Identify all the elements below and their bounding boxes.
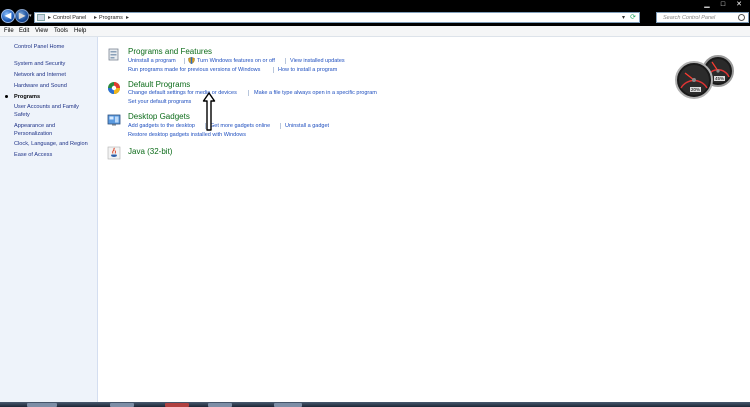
sidebar-item-user-accounts[interactable]: User Accounts and Family Safety bbox=[14, 104, 88, 119]
search-icon[interactable] bbox=[738, 14, 745, 21]
breadcrumb-control-panel[interactable]: Control Panel bbox=[53, 15, 86, 21]
title-bar: ◀ ▶ ▾ ▸ Control Panel ▸ Programs ▸ ▾ ⟳ S… bbox=[0, 0, 750, 26]
recent-pages-dropdown-icon[interactable]: ▾ bbox=[29, 13, 32, 19]
gauge-dials-icon bbox=[675, 55, 734, 99]
default-programs-icon bbox=[108, 82, 120, 94]
sidebar-item-system-security[interactable]: System and Security bbox=[14, 61, 96, 69]
sidebar bbox=[0, 37, 98, 402]
breadcrumb-chevron-icon[interactable]: ▸ bbox=[126, 14, 129, 21]
link-set-default-programs[interactable]: Set your default programs bbox=[128, 99, 191, 105]
sidebar-item-appearance[interactable]: Appearance and Personalization bbox=[14, 123, 66, 138]
control-panel-icon bbox=[37, 14, 45, 21]
link-restore-gadgets[interactable]: Restore desktop gadgets installed with W… bbox=[128, 132, 246, 138]
sidebar-item-control-panel-home[interactable]: Control Panel Home bbox=[14, 44, 96, 52]
link-uninstall-program[interactable]: Uninstall a program bbox=[128, 58, 176, 64]
active-bullet-icon bbox=[5, 95, 8, 98]
section-title-programs-features[interactable]: Programs and Features bbox=[128, 47, 212, 56]
link-change-default-media[interactable]: Change default settings for media or dev… bbox=[128, 90, 237, 96]
desktop-gadgets-icon bbox=[107, 114, 121, 126]
menu-tools[interactable]: Tools bbox=[54, 28, 68, 34]
refresh-icon[interactable]: ⟳ bbox=[630, 13, 636, 21]
maximize-button[interactable]: □ bbox=[715, 0, 731, 9]
forward-arrow-icon: ▶ bbox=[19, 11, 26, 20]
breadcrumb-chevron-icon[interactable]: ▸ bbox=[48, 14, 51, 21]
memory-readout: 45% bbox=[714, 76, 726, 81]
sidebar-item-hardware-sound[interactable]: Hardware and Sound bbox=[14, 83, 96, 91]
sidebar-item-network-internet[interactable]: Network and Internet bbox=[14, 72, 96, 80]
taskbar-button[interactable] bbox=[208, 403, 232, 407]
address-dropdown-icon[interactable]: ▾ bbox=[622, 14, 625, 21]
search-input[interactable]: Search Control Panel bbox=[663, 15, 715, 21]
menu-edit[interactable]: Edit bbox=[19, 28, 29, 34]
menu-file[interactable]: File bbox=[4, 28, 14, 34]
link-separator bbox=[184, 58, 185, 64]
search-box[interactable]: Search Control Panel bbox=[656, 12, 749, 23]
back-arrow-icon: ◀ bbox=[5, 11, 12, 20]
link-get-more-gadgets[interactable]: Get more gadgets online bbox=[210, 123, 270, 129]
link-add-gadgets[interactable]: Add gadgets to the desktop bbox=[128, 123, 195, 129]
link-how-to-install[interactable]: How to install a program bbox=[278, 67, 337, 73]
close-button[interactable]: ✕ bbox=[731, 0, 747, 9]
link-view-installed-updates[interactable]: View installed updates bbox=[290, 58, 345, 64]
minimize-button[interactable]: ▁ bbox=[699, 0, 715, 9]
sidebar-item-clock-language[interactable]: Clock, Language, and Region bbox=[14, 141, 96, 149]
breadcrumb-chevron-icon[interactable]: ▸ bbox=[94, 14, 97, 21]
link-file-type-association[interactable]: Make a file type always open in a specif… bbox=[254, 90, 377, 96]
programs-features-icon bbox=[108, 48, 119, 61]
annotation-arrow-icon bbox=[202, 92, 216, 131]
sidebar-item-ease-of-access[interactable]: Ease of Access bbox=[14, 152, 96, 160]
link-separator bbox=[273, 67, 274, 73]
link-run-older-programs[interactable]: Run programs made for previous versions … bbox=[128, 67, 260, 73]
cpu-readout: 20% bbox=[690, 87, 702, 92]
link-windows-features[interactable]: Turn Windows features on or off bbox=[197, 58, 275, 64]
menu-view[interactable]: View bbox=[35, 28, 48, 34]
shield-icon bbox=[188, 57, 195, 64]
menu-bar: File Edit View Tools Help bbox=[0, 26, 750, 37]
link-separator bbox=[248, 90, 249, 96]
cpu-meter-gadget[interactable]: 20% 45% bbox=[674, 53, 742, 100]
taskbar-button[interactable] bbox=[165, 403, 189, 407]
sidebar-item-programs[interactable]: Programs bbox=[14, 94, 96, 102]
forward-button[interactable]: ▶ bbox=[15, 9, 29, 23]
taskbar-button[interactable] bbox=[27, 403, 57, 407]
breadcrumb-programs[interactable]: Programs bbox=[99, 15, 123, 21]
section-title-java[interactable]: Java (32-bit) bbox=[128, 147, 172, 156]
address-bar[interactable]: ▸ Control Panel ▸ Programs ▸ ▾ ⟳ bbox=[34, 12, 640, 23]
link-separator bbox=[285, 58, 286, 64]
menu-help[interactable]: Help bbox=[74, 28, 86, 34]
java-icon bbox=[107, 146, 121, 160]
back-button[interactable]: ◀ bbox=[1, 9, 15, 23]
link-uninstall-gadget[interactable]: Uninstall a gadget bbox=[285, 123, 329, 129]
taskbar-button[interactable] bbox=[110, 403, 134, 407]
section-title-desktop-gadgets[interactable]: Desktop Gadgets bbox=[128, 112, 190, 121]
link-separator bbox=[280, 123, 281, 129]
taskbar-button[interactable] bbox=[274, 403, 302, 407]
section-title-default-programs[interactable]: Default Programs bbox=[128, 80, 190, 89]
